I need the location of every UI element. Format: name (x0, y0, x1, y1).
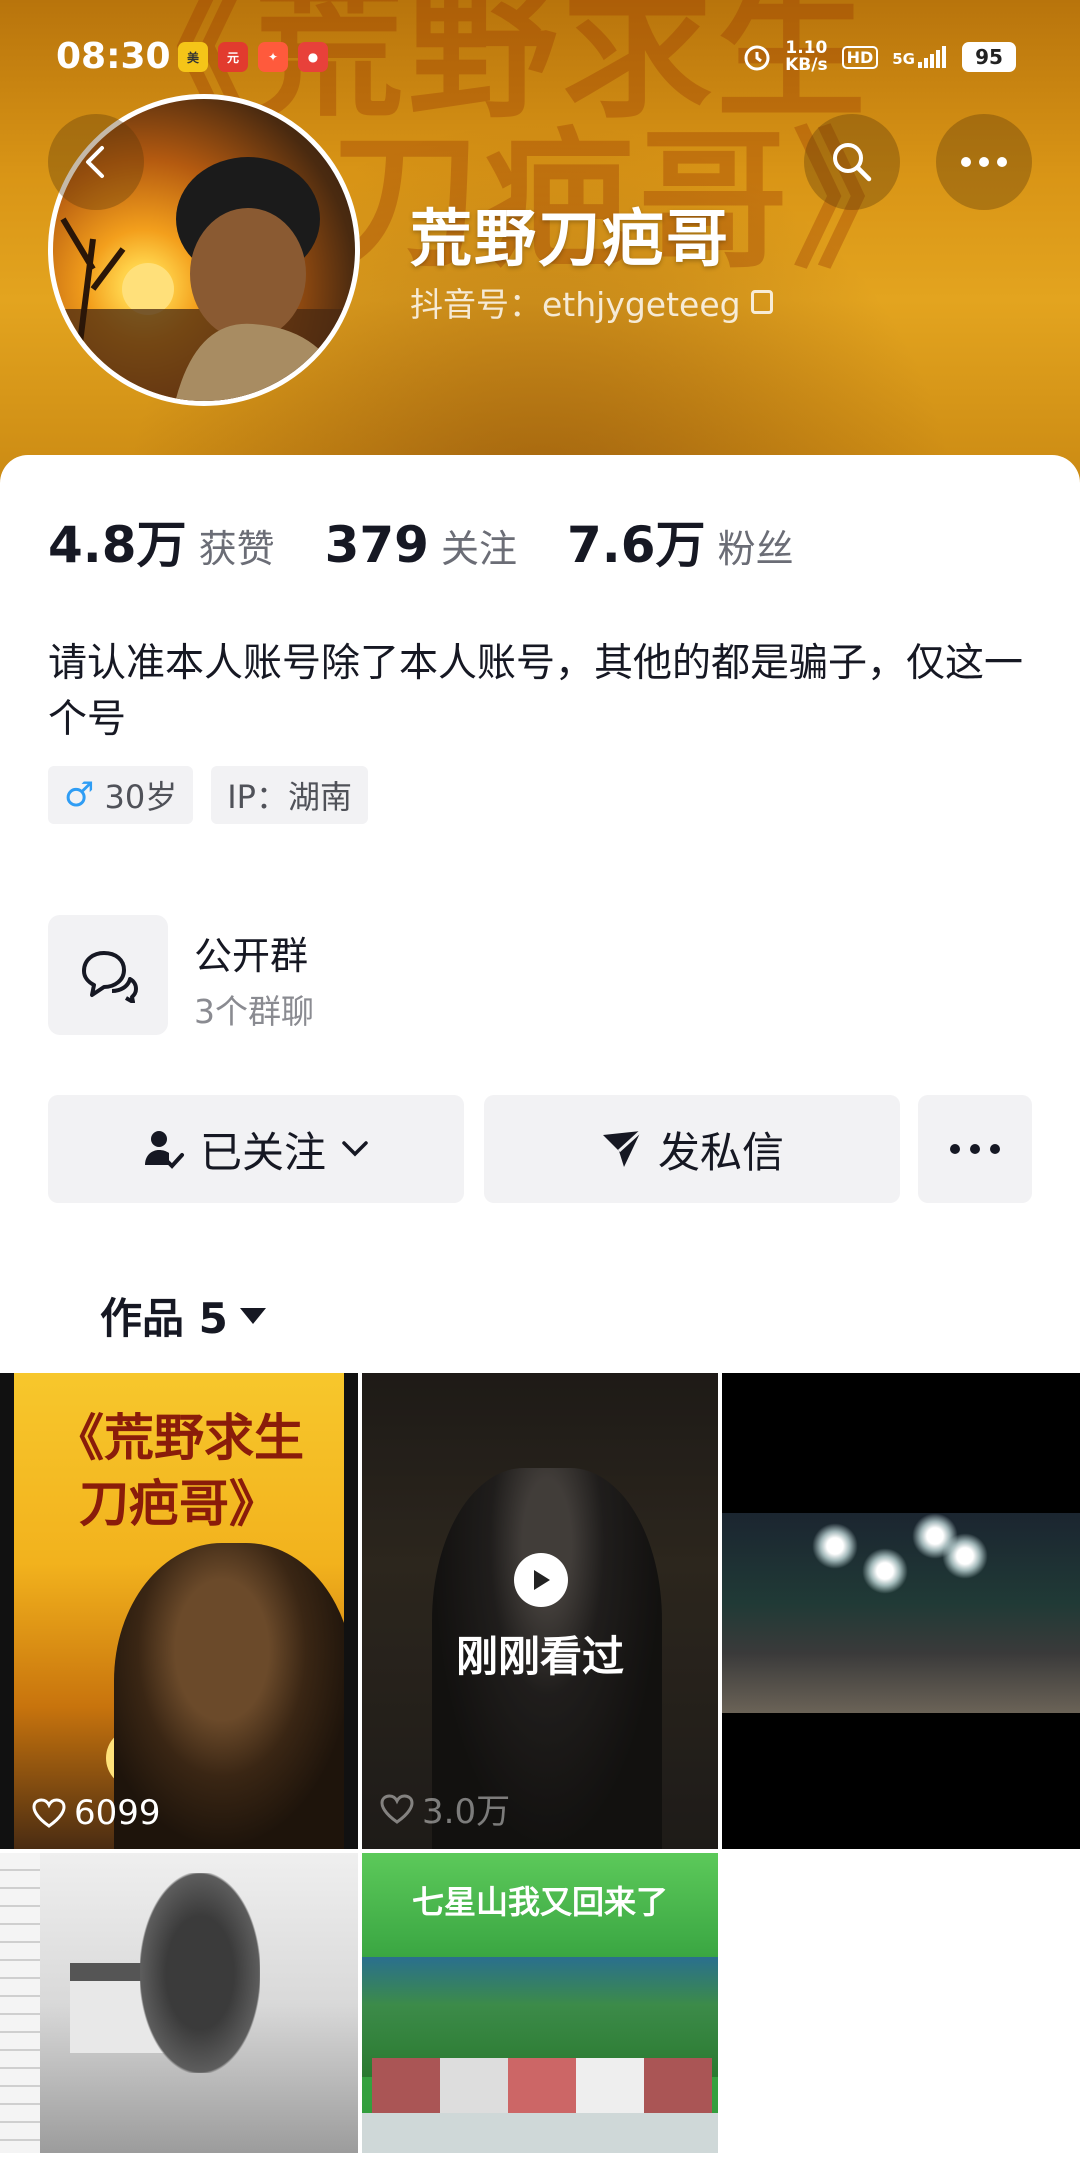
meituan-icon: 美 (178, 42, 208, 72)
profile-stats: 4.8万 获赞 379 关注 7.6万 粉丝 (48, 505, 844, 577)
signal-bars-icon (918, 46, 946, 68)
send-icon (602, 1129, 642, 1167)
user-check-icon (144, 1131, 184, 1169)
cover-ground (362, 2113, 718, 2153)
map-icon: ● (298, 42, 328, 72)
group-title: 公开群 (194, 934, 309, 978)
cover-tree (140, 1873, 260, 2073)
video-likes: 3.0万 (380, 1784, 510, 1833)
send-message-button[interactable]: 发私信 (484, 1095, 900, 1203)
stat-value: 4.8万 (48, 516, 187, 574)
stat-label: 粉丝 (717, 527, 794, 571)
stat-following[interactable]: 379 关注 (325, 516, 517, 574)
stat-label: 获赞 (198, 527, 275, 571)
search-button[interactable] (804, 114, 900, 210)
stat-label: 关注 (440, 527, 517, 571)
cover-building (372, 2058, 712, 2118)
video-thumbnail[interactable]: 七星山我又回来了 (362, 1853, 718, 2153)
caret-down-icon (239, 1307, 266, 1324)
profile-name: 荒野刀疤哥 (410, 202, 731, 275)
search-icon (833, 143, 872, 182)
status-bar: 08:30 美 元 ✦ ● 1.10 KB/s HD 5G 95 (0, 30, 1080, 86)
back-button[interactable] (48, 114, 144, 210)
stat-value: 379 (324, 516, 429, 574)
video-thumbnail[interactable]: 《荒野求生 刀疤哥》 6099 (0, 1373, 358, 1849)
group-count: 3个群聊 (194, 992, 314, 1031)
age-tag: ♂ 30岁 (48, 766, 194, 824)
more-options-button[interactable] (936, 114, 1032, 210)
video-thumbnail[interactable] (0, 1853, 358, 2153)
chevron-left-icon (86, 146, 104, 178)
followed-button[interactable]: 已关注 (48, 1095, 464, 1203)
stat-followers[interactable]: 7.6万 粉丝 (567, 505, 794, 577)
cover-wall (0, 1853, 40, 2153)
ip-tag: IP：湖南 (211, 766, 368, 824)
video-likes: 6099 (32, 1793, 161, 1833)
group-chat-icon-box (48, 915, 168, 1035)
app-icon: ✦ (258, 42, 288, 72)
male-icon: ♂ (64, 775, 95, 815)
video-cover-title: 七星山我又回来了 (411, 1883, 668, 1921)
recently-watched-overlay (362, 1373, 718, 1849)
signal-indicator: 5G (892, 46, 948, 68)
play-icon (514, 1553, 568, 1607)
stat-likes[interactable]: 4.8万 获赞 (48, 505, 275, 577)
status-time: 08:30 (56, 36, 171, 77)
heart-icon (380, 1793, 414, 1824)
group-chat-icon (82, 951, 138, 1003)
public-group-entry[interactable]: 公开群 3个群聊 (48, 915, 1038, 1035)
hd-indicator: HD (841, 45, 879, 69)
more-horizontal-icon (961, 157, 1007, 167)
more-actions-button[interactable] (918, 1095, 1032, 1203)
recently-watched-label: 刚刚看过 (455, 1632, 624, 1681)
profile-banner: 《荒野求生 刀疤哥》 08:30 美 元 ✦ ● 1.10 KB/s HD 5G (0, 0, 1080, 500)
status-app-icons: 美 元 ✦ ● (178, 42, 328, 72)
video-cover-title: 《荒野求生 刀疤哥》 (54, 1409, 304, 1533)
more-horizontal-icon (950, 1144, 1000, 1154)
copy-icon[interactable] (750, 290, 773, 314)
taobao-icon: 元 (218, 42, 248, 72)
alarm-icon (744, 45, 770, 71)
night-square-scene (722, 1513, 1080, 1713)
profile-tags: ♂ 30岁 IP：湖南 (48, 766, 368, 824)
cover-title-banner: 七星山我又回来了 (362, 1853, 718, 1957)
battery-indicator: 95 (962, 42, 1016, 72)
stat-value: 7.6万 (566, 516, 706, 574)
video-thumbnail[interactable] (722, 1373, 1080, 1849)
net-speed: 1.10 KB/s (785, 38, 828, 75)
profile-bio: 请认准本人账号除了本人账号，其他的都是骗子，仅这一个号 (48, 641, 1024, 742)
heart-icon (32, 1798, 66, 1828)
video-thumbnail[interactable]: 刚刚看过 3.0万 (362, 1373, 718, 1849)
status-indicators: 1.10 KB/s HD 5G 95 (743, 40, 1016, 74)
douyin-id[interactable]: 抖音号：ethjygeteeg (410, 278, 773, 326)
tab-works[interactable]: 作品 5 (100, 1285, 266, 1346)
chevron-down-icon (342, 1141, 368, 1157)
